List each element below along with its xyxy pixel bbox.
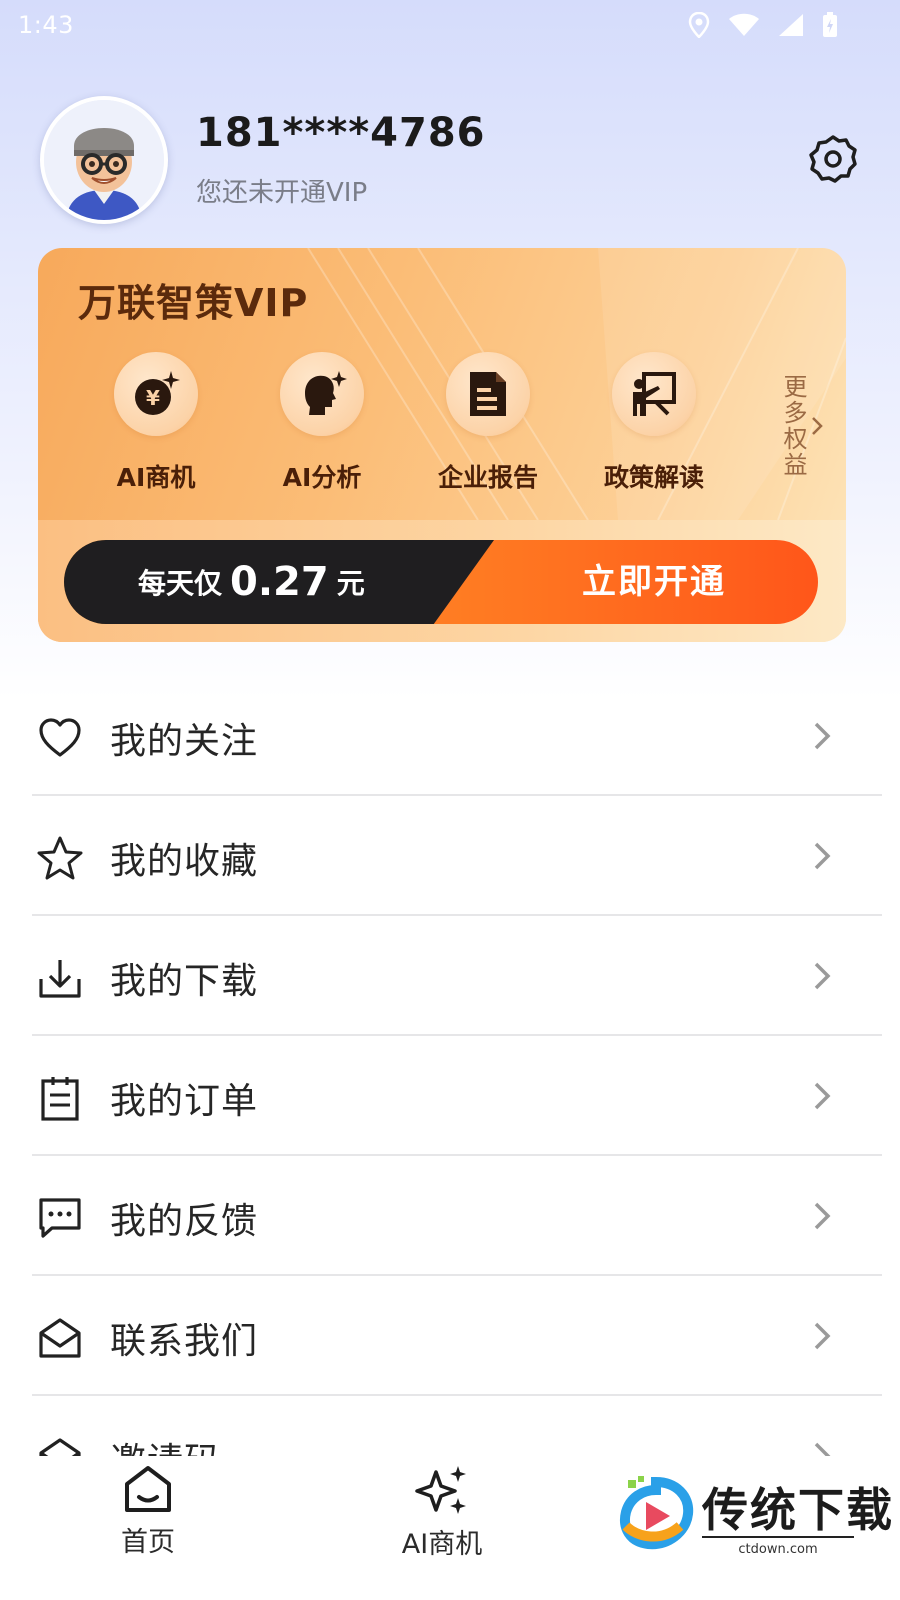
price-unit: 元 <box>336 567 365 600</box>
location-icon <box>688 12 710 38</box>
vip-title: 万联智策VIP <box>78 281 309 325</box>
menu-item-label: 我的反馈 <box>110 1201 259 1242</box>
chevron-right-icon <box>814 962 831 990</box>
chevron-right-icon <box>814 722 831 750</box>
menu-item-label: 我的收藏 <box>110 841 259 882</box>
signal-icon <box>779 14 803 36</box>
tab-label: 首页 <box>121 1527 175 1558</box>
menu-item-favorites[interactable]: 我的收藏 <box>0 796 900 916</box>
menu-item-follows[interactable]: 我的关注 <box>0 676 900 796</box>
user-phone: 181****4786 <box>196 110 486 156</box>
benefit-ai-analysis[interactable]: AI分析 <box>242 352 402 494</box>
sparkle-icon <box>415 1466 466 1514</box>
profile-header: 181****4786 您还未开通VIP <box>40 96 860 226</box>
tab-label: AI商机 <box>401 1529 483 1560</box>
vip-card[interactable]: 万联智策VIP ¥ AI商机 AI分析 企业报告 政策解读 更多权益 每天仅 0… <box>38 248 846 642</box>
benefit-company-report[interactable]: 企业报告 <box>408 352 568 494</box>
menu-list: 我的关注 我的收藏 我的下载 我的订单 我的反馈 联系我们 <box>0 676 900 1516</box>
star-icon <box>36 834 84 882</box>
menu-item-label: 我的下载 <box>110 961 259 1002</box>
chevron-right-icon <box>812 417 823 435</box>
watermark-logo: 传统下载 ctdown.com <box>618 1466 892 1586</box>
menu-item-orders[interactable]: 我的订单 <box>0 1036 900 1156</box>
download-icon <box>36 954 84 1002</box>
clipboard-icon <box>36 1074 84 1122</box>
tab-home[interactable]: 首页 <box>58 1464 238 1559</box>
gear-icon <box>809 135 857 183</box>
open-vip-label: 立即开通 <box>582 562 726 602</box>
chevron-right-icon <box>814 1082 831 1110</box>
price-value: 0.27 <box>230 559 329 605</box>
chevron-right-icon <box>814 1322 831 1350</box>
heart-icon <box>36 714 84 762</box>
vip-status-text: 您还未开通VIP <box>196 178 368 208</box>
menu-item-feedback[interactable]: 我的反馈 <box>0 1156 900 1276</box>
wifi-icon <box>729 13 759 36</box>
coin-sparkle-icon: ¥ <box>114 352 198 436</box>
tab-ai-opportunity[interactable]: AI商机 <box>352 1464 532 1561</box>
menu-item-label: 联系我们 <box>110 1321 259 1362</box>
chevron-right-icon <box>814 1202 831 1230</box>
menu-item-label: 我的关注 <box>110 721 259 762</box>
benefit-label: AI分析 <box>282 463 362 492</box>
system-icons <box>688 12 838 38</box>
benefit-label: 企业报告 <box>437 463 538 492</box>
chevron-right-icon <box>814 842 831 870</box>
status-time: 1:43 <box>18 11 74 39</box>
menu-item-downloads[interactable]: 我的下载 <box>0 916 900 1036</box>
bottom-tab-bar: 首页 AI商机 传统下载 ctdown.com <box>0 1456 900 1600</box>
avatar-illustration <box>44 100 164 220</box>
menu-item-contact[interactable]: 联系我们 <box>0 1276 900 1396</box>
head-sparkle-icon <box>280 352 364 436</box>
status-bar: 1:43 <box>0 0 900 50</box>
menu-item-label: 我的订单 <box>110 1081 259 1122</box>
open-vip-button[interactable]: 每天仅 0.27 元 立即开通 <box>64 540 818 624</box>
price-text: 每天仅 0.27 元 <box>138 540 365 624</box>
mail-icon <box>36 1314 84 1362</box>
document-icon <box>446 352 530 436</box>
benefit-policy-interpretation[interactable]: 政策解读 <box>574 352 734 494</box>
benefit-ai-opportunity[interactable]: ¥ AI商机 <box>76 352 236 494</box>
chat-icon <box>36 1194 84 1242</box>
price-prefix: 每天仅 <box>138 567 223 600</box>
benefit-list: ¥ AI商机 AI分析 企业报告 政策解读 <box>76 352 756 502</box>
battery-icon <box>823 12 837 37</box>
watermark-url: ctdown.com <box>702 1536 854 1557</box>
presenter-icon <box>612 352 696 436</box>
more-benefits-link[interactable]: 更多权益 <box>774 366 830 486</box>
benefit-label: AI商机 <box>116 463 196 492</box>
svg-text:¥: ¥ <box>146 386 160 410</box>
more-benefits-label: 更多权益 <box>779 374 807 478</box>
avatar[interactable] <box>40 96 168 224</box>
vip-card-footer: 每天仅 0.27 元 立即开通 <box>38 520 846 642</box>
watermark-text: 传统下载 <box>702 1483 894 1537</box>
home-icon <box>125 1466 171 1512</box>
benefit-label: 政策解读 <box>603 463 704 492</box>
watermark-logo-icon <box>620 1476 694 1550</box>
settings-button[interactable] <box>806 132 860 186</box>
